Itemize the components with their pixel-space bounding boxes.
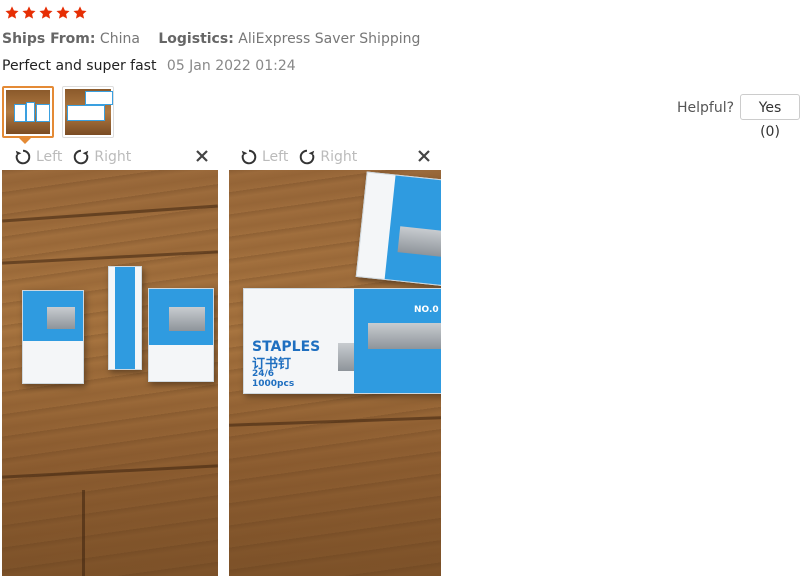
rotate-right-button[interactable]: Right xyxy=(72,148,131,166)
staples-box-left xyxy=(22,290,84,384)
rotate-right-label: Right xyxy=(94,149,132,165)
staples-box-right xyxy=(148,288,214,382)
shipping-info: Ships From: China Logistics: AliExpress … xyxy=(2,31,420,47)
review-date: 05 Jan 2022 01:24 xyxy=(166,58,296,74)
staples-box-middle xyxy=(108,266,142,370)
star-icon xyxy=(55,5,71,21)
package-model-text: NO.0 xyxy=(414,305,439,315)
rotate-right-label: Right xyxy=(320,149,358,165)
rotate-left-icon xyxy=(15,149,31,165)
review-content: Perfect and super fast 05 Jan 2022 01:24 xyxy=(2,58,296,74)
helpful-label: Helpful? xyxy=(677,100,735,116)
photo-viewer-toolbar-1: Left Right xyxy=(14,146,210,168)
close-icon[interactable] xyxy=(194,148,210,164)
staples-box-front: STAPLES 订书钉 24/6 1000pcs NO.0 xyxy=(243,288,441,394)
close-icon[interactable] xyxy=(416,148,432,164)
package-size-text: 24/6 xyxy=(252,369,275,379)
rotate-left-button[interactable]: Left xyxy=(14,148,62,166)
rotate-right-button[interactable]: Right xyxy=(298,148,357,166)
rotate-right-icon xyxy=(300,149,315,165)
photo-viewer-toolbar-2: Left Right xyxy=(240,146,432,168)
rotate-right-icon xyxy=(74,149,89,165)
star-icon xyxy=(38,5,54,21)
star-icon xyxy=(4,5,20,21)
rotate-left-button[interactable]: Left xyxy=(240,148,288,166)
rotate-left-icon xyxy=(241,149,257,165)
review-photo-thumbnail-2[interactable] xyxy=(62,86,114,138)
review-photo-2-large: STAPLES 订书钉 24/6 1000pcs NO.0 xyxy=(229,170,441,576)
package-count-text: 1000pcs xyxy=(252,379,295,389)
ships-from-label: Ships From: xyxy=(2,31,96,47)
logistics-value: AliExpress Saver Shipping xyxy=(238,31,421,47)
star-icon xyxy=(21,5,37,21)
helpful-yes-button[interactable]: Yes (0) xyxy=(740,94,800,140)
logistics-label: Logistics: xyxy=(158,31,234,47)
selected-thumbnail-indicator xyxy=(19,138,31,144)
star-icon xyxy=(72,5,88,21)
review-photo-1-large xyxy=(2,170,218,576)
review-text: Perfect and super fast xyxy=(2,58,157,74)
review-photo-thumbnail-1[interactable] xyxy=(2,86,54,138)
ships-from-value: China xyxy=(99,31,140,47)
rotate-left-label: Left xyxy=(262,149,289,165)
rating-stars xyxy=(4,5,88,21)
rotate-left-label: Left xyxy=(36,149,63,165)
staples-box-back xyxy=(355,171,441,287)
